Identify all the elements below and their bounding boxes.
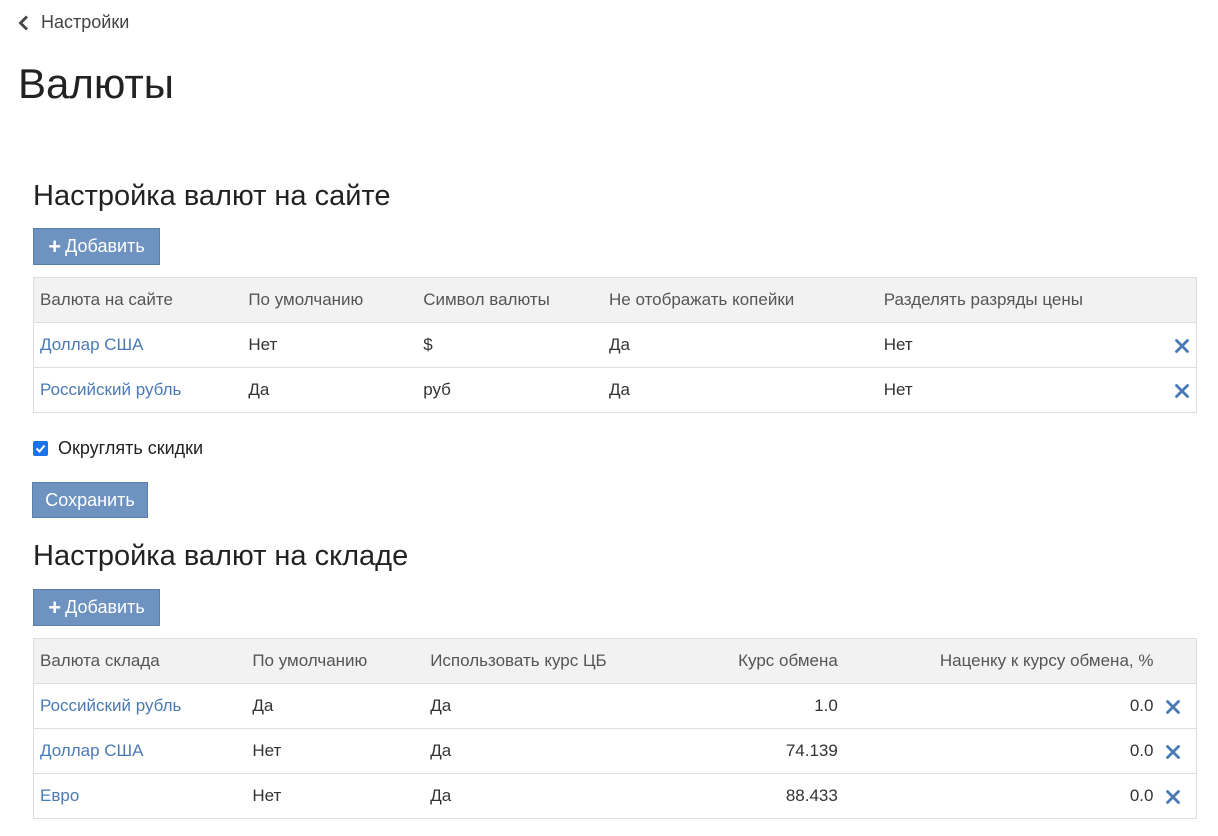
currency-link[interactable]: Российский рубль [40, 696, 181, 715]
rate-cell: 74.139 [624, 728, 844, 774]
use-cb-rate-cell: Да [424, 773, 625, 819]
add-site-currency-label: Добавить [65, 236, 145, 256]
hide-kopecks-cell: Да [603, 322, 878, 368]
close-icon[interactable] [1174, 383, 1190, 399]
markup-cell: 0.0 [843, 773, 1160, 819]
column-header-actions [1147, 277, 1198, 323]
column-header: Символ валюты [417, 277, 604, 323]
table-row: Российский рубль Да руб Да Нет [33, 367, 1198, 413]
round-discounts-label: Округлять скидки [58, 438, 204, 458]
use-cb-rate-cell: Да [424, 683, 625, 729]
column-header: Валюта на сайте [33, 277, 243, 323]
page-title: Валюты [18, 60, 174, 107]
add-site-currency-button[interactable]: + Добавить [33, 228, 160, 265]
column-header: По умолчанию [246, 638, 425, 684]
site-currencies-title: Настройка валют на сайте [33, 180, 391, 212]
table-row: Евро Нет Да 88.433 0.0 [33, 773, 1198, 819]
use-cb-rate-cell: Да [424, 728, 625, 774]
check-icon [35, 444, 46, 453]
hide-kopecks-cell: Да [603, 367, 878, 413]
close-icon[interactable] [1165, 789, 1181, 805]
default-cell: Да [242, 367, 418, 413]
add-warehouse-currency-label: Добавить [65, 597, 145, 617]
column-header: По умолчанию [242, 277, 418, 323]
column-header: Наценку к курсу обмена, % [843, 638, 1160, 684]
column-header: Валюта склада [33, 638, 247, 684]
markup-cell: 0.0 [843, 728, 1160, 774]
markup-cell: 0.0 [843, 683, 1160, 729]
round-discounts-checkbox[interactable] [33, 441, 48, 456]
warehouse-currencies-title: Настройка валют на складе [33, 540, 409, 572]
table-header-row: Валюта склада По умолчанию Использовать … [33, 638, 1198, 684]
table-row: Доллар США Нет Да 74.139 0.0 [33, 728, 1198, 774]
chevron-left-icon [18, 15, 28, 30]
save-button[interactable]: Сохранить [32, 482, 148, 518]
plus-icon: + [48, 233, 62, 259]
warehouse-currencies-table: Валюта склада По умолчанию Использовать … [33, 638, 1198, 819]
plus-icon: + [48, 594, 62, 620]
close-icon[interactable] [1165, 744, 1181, 760]
symbol-cell: руб [417, 367, 604, 413]
column-header: Разделять разряды цены [877, 277, 1148, 323]
table-row: Доллар США Нет $ Да Нет [33, 322, 1198, 368]
table-row: Российский рубль Да Да 1.0 0.0 [33, 683, 1198, 729]
currency-link[interactable]: Российский рубль [40, 380, 181, 399]
split-digits-cell: Нет [877, 322, 1148, 368]
default-cell: Нет [242, 322, 418, 368]
rate-cell: 1.0 [624, 683, 844, 729]
column-header: Не отображать копейки [603, 277, 878, 323]
save-button-label: Сохранить [45, 489, 135, 510]
currency-link[interactable]: Доллар США [40, 741, 143, 760]
round-discounts-option[interactable]: Округлять скидки [33, 438, 203, 459]
site-currencies-table: Валюта на сайте По умолчанию Символ валю… [33, 277, 1198, 413]
back-link[interactable]: Настройки [18, 12, 129, 33]
column-header-actions [1159, 638, 1198, 684]
default-cell: Да [246, 683, 425, 729]
default-cell: Нет [246, 728, 425, 774]
column-header: Использовать курс ЦБ [424, 638, 625, 684]
split-digits-cell: Нет [877, 367, 1148, 413]
back-link-label: Настройки [41, 12, 130, 32]
table-header-row: Валюта на сайте По умолчанию Символ валю… [33, 277, 1198, 323]
rate-cell: 88.433 [624, 773, 844, 819]
currency-link[interactable]: Евро [40, 786, 79, 805]
add-warehouse-currency-button[interactable]: + Добавить [33, 589, 160, 626]
column-header: Курс обмена [624, 638, 844, 684]
currencies-page: Настройки Валюты Настройка валют на сайт… [0, 0, 1218, 836]
default-cell: Нет [246, 773, 425, 819]
close-icon[interactable] [1174, 338, 1190, 354]
symbol-cell: $ [417, 322, 604, 368]
close-icon[interactable] [1165, 699, 1181, 715]
currency-link[interactable]: Доллар США [40, 335, 143, 354]
